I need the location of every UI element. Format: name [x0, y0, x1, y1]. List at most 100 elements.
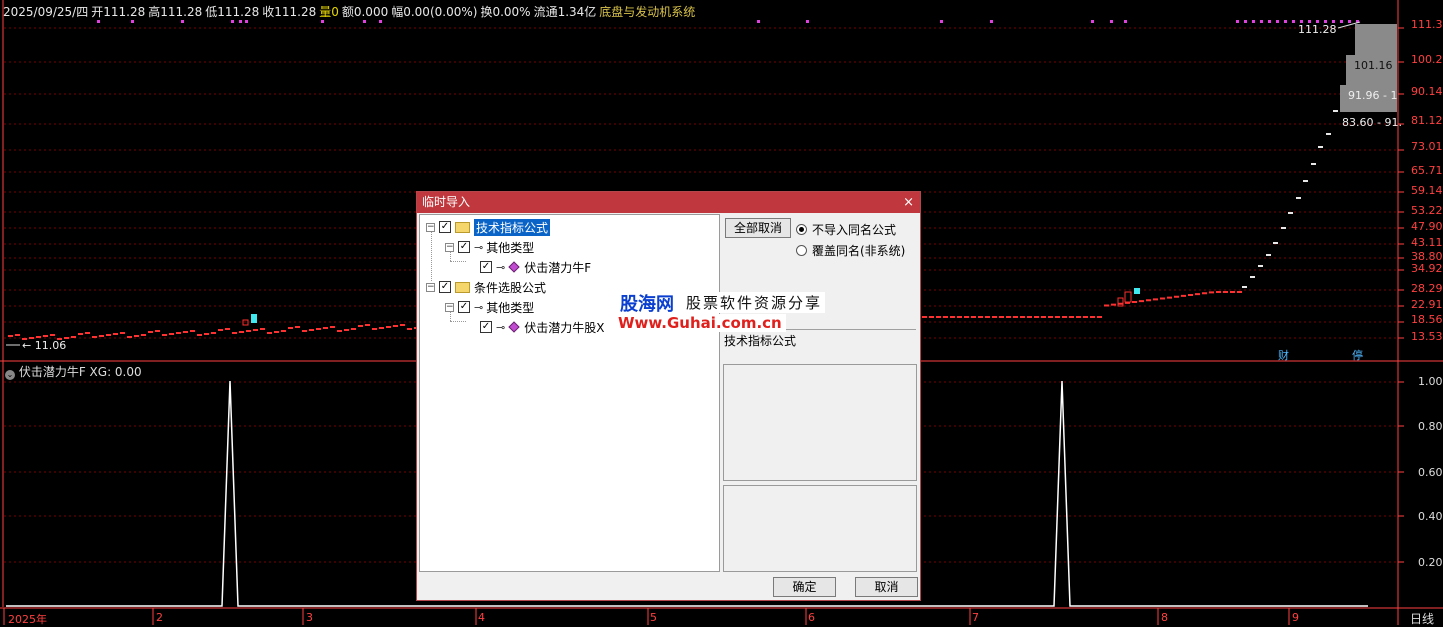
tree-node-other-type[interactable]: − ✓ ⊸ 其他类型	[445, 238, 534, 256]
candlestick	[1223, 291, 1228, 293]
candlestick	[302, 330, 307, 332]
x-axis-label: 4	[478, 611, 485, 624]
collapse-icon[interactable]: −	[445, 242, 454, 252]
close-icon[interactable]: ×	[903, 192, 914, 213]
price-axis-label: 73.01	[1411, 140, 1443, 153]
collapse-icon[interactable]: −	[426, 222, 435, 232]
price-tag: 91.96 - 1	[1348, 89, 1398, 102]
checkbox-checked-icon[interactable]: ✓	[439, 281, 451, 293]
dialog-title: 临时导入	[422, 195, 471, 209]
collapse-icon[interactable]: −	[445, 302, 454, 312]
candlestick	[1041, 316, 1046, 318]
candlestick	[36, 336, 41, 338]
folder-icon	[455, 281, 470, 293]
tree-node-indicator-formulas[interactable]: − ✓ 技术指标公式	[426, 218, 551, 236]
limit-up-bar	[1318, 146, 1323, 148]
candlestick	[1090, 316, 1095, 318]
info-panel-bottom	[723, 485, 917, 572]
candlestick	[50, 334, 55, 336]
signal-dot	[1348, 20, 1351, 23]
candlestick	[1139, 300, 1144, 303]
candlestick	[99, 335, 104, 337]
checkbox-checked-icon[interactable]: ✓	[458, 301, 470, 313]
suspend-marker[interactable]: 停	[1352, 347, 1363, 363]
limit-up-bar	[1281, 227, 1286, 229]
connector-icon: ⊸	[496, 320, 506, 334]
price-axis-label: 90.14	[1411, 85, 1443, 98]
price-axis-label: 111.3	[1411, 18, 1443, 31]
price-axis-label: 13.53	[1411, 330, 1443, 343]
signal-dot	[940, 20, 943, 23]
candlestick	[92, 336, 97, 338]
tree-node-label: 其他类型	[486, 240, 535, 255]
quote-turnover: 换0.00%	[480, 5, 531, 19]
price-axis-label: 47.90	[1411, 220, 1443, 233]
candlestick	[1216, 291, 1221, 293]
candlestick	[169, 333, 174, 335]
candlestick	[1124, 291, 1132, 303]
candlestick	[232, 332, 237, 334]
radio-no-import[interactable]: 不导入同名公式	[796, 221, 896, 238]
candlestick	[71, 336, 76, 338]
checkbox-checked-icon[interactable]: ✓	[480, 261, 492, 273]
radio-empty-icon[interactable]	[796, 245, 807, 256]
candlestick	[1132, 301, 1137, 303]
tree-node-stock-selection[interactable]: − ✓ 条件选股公式	[426, 278, 546, 296]
candlestick	[309, 329, 314, 331]
limit-up-bar	[1273, 242, 1278, 244]
price-axis-label: 65.71	[1411, 164, 1443, 177]
period-label[interactable]: 日线	[1410, 610, 1434, 627]
radio-selected-icon[interactable]	[796, 224, 807, 235]
signal-dot	[1124, 20, 1127, 23]
tree-leaf-formula[interactable]: ✓ ⊸ 伏击潜力牛F	[480, 258, 591, 276]
checkbox-checked-icon[interactable]: ✓	[480, 321, 492, 333]
radio-overwrite[interactable]: 覆盖同名(非系统)	[796, 242, 905, 259]
quote-float: 流通1.34亿	[533, 5, 597, 19]
signal-dot	[990, 20, 993, 23]
signal-dot	[1284, 20, 1287, 23]
tree-node-label: 伏击潜力牛股X	[524, 320, 605, 335]
candlestick	[971, 316, 976, 318]
candlestick	[1174, 295, 1179, 298]
ok-button[interactable]: 确定	[773, 577, 836, 597]
dialog-title-bar[interactable]: 临时导入 ×	[417, 192, 920, 213]
cancel-button[interactable]: 取消	[855, 577, 918, 597]
candlestick	[1195, 293, 1200, 296]
checkbox-checked-icon[interactable]: ✓	[439, 221, 451, 233]
candlestick	[1020, 316, 1025, 318]
candlestick	[922, 316, 927, 318]
x-axis-label: 6	[808, 611, 815, 624]
indicator-collapse-icon[interactable]: ⌄	[5, 370, 15, 380]
signal-dot	[1276, 20, 1279, 23]
quote-change: 幅0.00(0.00%)	[391, 5, 478, 19]
formula-tree[interactable]: − ✓ 技术指标公式 − ✓ ⊸ 其他类型 ✓ ⊸ 伏击潜力牛F − ✓ 条件选…	[419, 214, 720, 572]
candlestick	[985, 316, 990, 318]
tree-leaf-formula[interactable]: ✓ ⊸ 伏击潜力牛股X	[480, 318, 604, 336]
finance-marker[interactable]: 财	[1278, 347, 1289, 363]
checkbox-checked-icon[interactable]: ✓	[458, 241, 470, 253]
signal-dot	[1110, 20, 1113, 23]
quote-system-name: 底盘与发动机系统	[599, 5, 696, 19]
candlestick	[1209, 291, 1214, 294]
price-axis-label: 59.14	[1411, 184, 1443, 197]
candlestick	[978, 316, 983, 318]
limit-up-bar	[1266, 254, 1271, 256]
candlestick	[148, 331, 153, 333]
tree-connector	[431, 229, 432, 281]
candlestick	[964, 316, 969, 318]
x-axis-label: 2	[156, 611, 163, 624]
candlestick	[225, 328, 230, 330]
collapse-icon[interactable]: −	[426, 282, 435, 292]
tree-node-other-type[interactable]: − ✓ ⊸ 其他类型	[445, 298, 534, 316]
quote-info-bar: 2025/09/25/四 开111.28 高111.28 低111.28 收111.28…	[3, 3, 698, 20]
radio-label: 覆盖同名(非系统)	[812, 244, 906, 258]
signal-dot	[806, 20, 809, 23]
start-price-tag: ← 11.06	[22, 339, 67, 352]
candlestick	[281, 330, 286, 332]
indicator-axis-label: 0.60	[1418, 466, 1443, 479]
candlestick	[1111, 303, 1116, 306]
signal-dot	[1340, 20, 1343, 23]
candlestick	[1048, 316, 1053, 318]
deselect-all-button[interactable]: 全部取消	[725, 218, 791, 238]
candlestick	[218, 329, 223, 331]
